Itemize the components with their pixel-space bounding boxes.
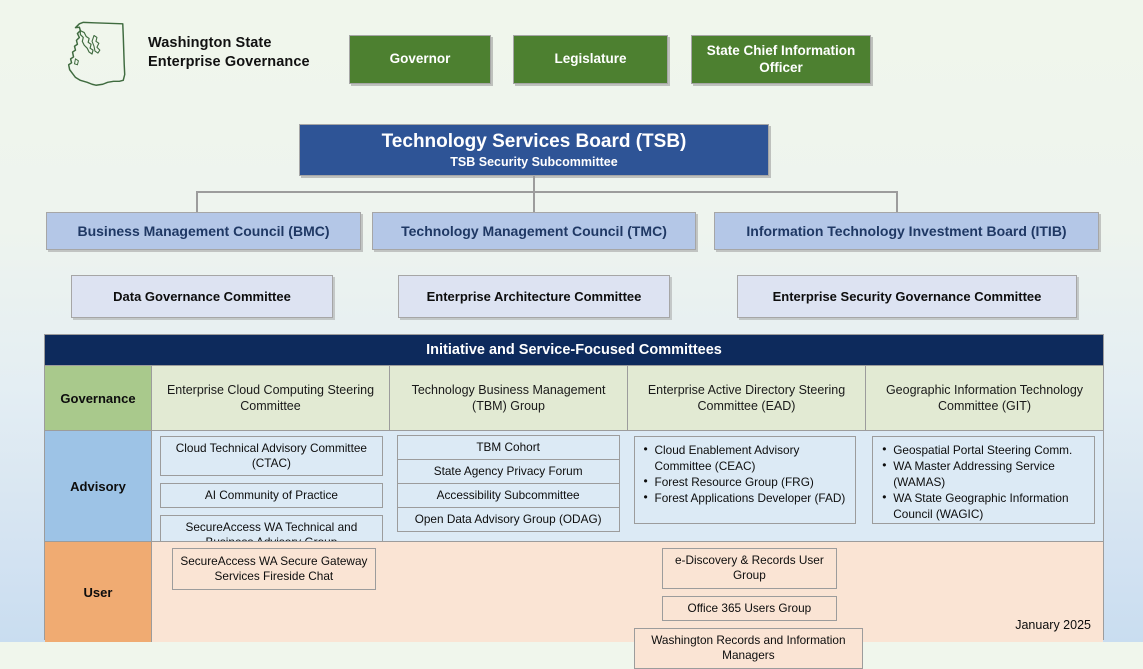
advisory-column-4: Geospatial Portal Steering Comm. WA Mast… — [864, 431, 1103, 530]
matrix-row-user: User SecureAccess WA Secure Gateway Serv… — [45, 541, 1103, 669]
node-governor-label: Governor — [389, 51, 451, 67]
node-enterprise-architecture-committee[interactable]: Enterprise Architecture Committee — [398, 275, 670, 318]
matrix-row-governance: Governance Enterprise Cloud Computing St… — [45, 365, 1103, 430]
logo-block: Washington State Enterprise Governance — [44, 14, 344, 96]
item-secureaccess-wa-secure-gateway-services-fireside-chat[interactable]: SecureAccess WA Secure Gateway Services … — [172, 548, 376, 590]
node-enterprise-security-governance-committee[interactable]: Enterprise Security Governance Committee — [737, 275, 1077, 318]
node-bmc-label: Business Management Council (BMC) — [77, 223, 330, 239]
node-business-management-council[interactable]: Business Management Council (BMC) — [46, 212, 361, 250]
connector-horizontal-bus — [196, 191, 898, 193]
matrix-row-label-advisory: Advisory — [45, 431, 152, 541]
user-column-2 — [390, 542, 628, 642]
date-stamp: January 2025 — [1015, 618, 1091, 632]
logo-title-line2: Enterprise Governance — [148, 54, 310, 71]
connector-drop-bmc — [196, 191, 198, 214]
item-wa-master-addressing-service: WA Master Addressing Service (WAMAS) — [882, 457, 1088, 490]
item-forest-resource-group: Forest Resource Group (FRG) — [644, 473, 850, 490]
cell-technology-business-management-group[interactable]: Technology Business Management (TBM) Gro… — [390, 366, 628, 430]
logo-title-line1: Washington State — [148, 35, 272, 51]
matrix-row-advisory: Advisory Cloud Technical Advisory Commit… — [45, 430, 1103, 556]
connector-drop-itib — [896, 191, 898, 214]
advisory-bullet-list-3[interactable]: Cloud Enablement Advisory Committee (CEA… — [633, 436, 857, 524]
node-technology-management-council[interactable]: Technology Management Council (TMC) — [372, 212, 696, 250]
node-legislature-label: Legislature — [554, 51, 627, 67]
cell-enterprise-active-directory-steering-committee[interactable]: Enterprise Active Directory Steering Com… — [628, 366, 866, 430]
matrix-row-label-governance: Governance — [45, 366, 152, 430]
tsb-title: Technology Services Board (TSB) — [381, 130, 687, 152]
item-tbm-cohort[interactable]: TBM Cohort — [396, 435, 620, 460]
washington-state-map-icon — [67, 21, 126, 86]
advisory-column-2: TBM Cohort State Agency Privacy Forum Ac… — [391, 431, 626, 536]
cell-geographic-information-technology-committee[interactable]: Geographic Information Technology Commit… — [866, 366, 1103, 430]
matrix-row-label-user: User — [45, 542, 152, 642]
advisory-bullet-list-4[interactable]: Geospatial Portal Steering Comm. WA Mast… — [872, 436, 1095, 524]
initiative-service-committees-matrix: Initiative and Service-Focused Committee… — [44, 334, 1104, 669]
item-wa-state-geographic-information-council: WA State Geographic Information Council … — [882, 489, 1088, 522]
node-itib-label: Information Technology Investment Board … — [746, 223, 1067, 239]
matrix-row-advisory-cells: Cloud Technical Advisory Committee (CTAC… — [152, 431, 1103, 556]
user-column-3: e-Discovery & Records User Group Office … — [628, 542, 866, 669]
node-technology-services-board[interactable]: Technology Services Board (TSB) TSB Secu… — [299, 124, 769, 176]
item-cloud-technical-advisory-committee[interactable]: Cloud Technical Advisory Committee (CTAC… — [160, 436, 383, 477]
user-column-1: SecureAccess WA Secure Gateway Services … — [152, 542, 390, 642]
advisory-column-3: Cloud Enablement Advisory Committee (CEA… — [626, 431, 865, 530]
node-tmc-label: Technology Management Council (TMC) — [401, 223, 667, 239]
matrix-row-governance-cells: Enterprise Cloud Computing Steering Comm… — [152, 366, 1103, 430]
item-open-data-advisory-group[interactable]: Open Data Advisory Group (ODAG) — [396, 507, 620, 533]
tsb-security-subcommittee-label: TSB Security Subcommittee — [450, 155, 618, 170]
node-legislature[interactable]: Legislature — [513, 35, 668, 84]
node-scio-label: State Chief Information Officer — [706, 42, 856, 75]
item-accessibility-subcommittee[interactable]: Accessibility Subcommittee — [396, 483, 620, 508]
node-eac-label: Enterprise Architecture Committee — [426, 289, 642, 304]
connector-tsb-stem — [533, 176, 535, 214]
item-ediscovery-records-user-group[interactable]: e-Discovery & Records User Group — [661, 548, 838, 589]
cell-enterprise-cloud-computing-steering-committee[interactable]: Enterprise Cloud Computing Steering Comm… — [152, 366, 390, 430]
logo-title: Washington State Enterprise Governance — [148, 34, 310, 72]
node-governor[interactable]: Governor — [349, 35, 491, 84]
item-ai-community-of-practice[interactable]: AI Community of Practice — [160, 483, 383, 509]
item-cloud-enablement-advisory-committee: Cloud Enablement Advisory Committee (CEA… — [644, 441, 850, 474]
node-data-governance-committee[interactable]: Data Governance Committee — [71, 275, 333, 318]
node-state-chief-information-officer[interactable]: State Chief Information Officer — [691, 35, 871, 84]
item-geospatial-portal-steering-comm: Geospatial Portal Steering Comm. — [882, 441, 1088, 458]
item-state-agency-privacy-forum[interactable]: State Agency Privacy Forum — [396, 459, 620, 484]
node-esgc-label: Enterprise Security Governance Committee — [772, 289, 1042, 304]
node-dgc-label: Data Governance Committee — [113, 289, 291, 304]
matrix-header: Initiative and Service-Focused Committee… — [45, 335, 1103, 365]
matrix-row-user-cells: SecureAccess WA Secure Gateway Services … — [152, 542, 1103, 669]
item-office-365-users-group[interactable]: Office 365 Users Group — [661, 595, 838, 621]
node-information-technology-investment-board[interactable]: Information Technology Investment Board … — [714, 212, 1099, 250]
item-forest-applications-developer: Forest Applications Developer (FAD) — [644, 489, 850, 506]
item-washington-records-and-information-managers[interactable]: Washington Records and Information Manag… — [633, 627, 864, 669]
